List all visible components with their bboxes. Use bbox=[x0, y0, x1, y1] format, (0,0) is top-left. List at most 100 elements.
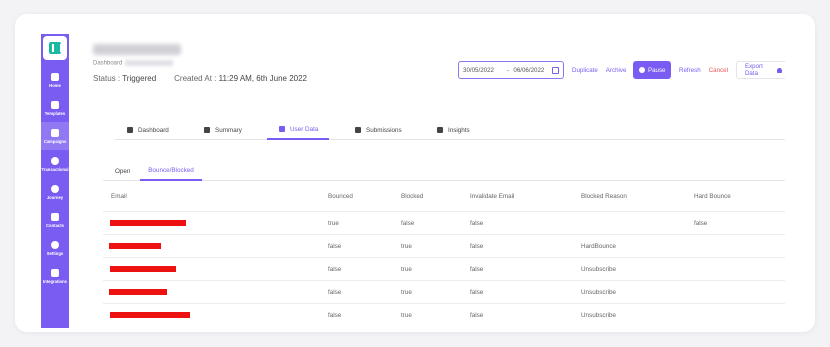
sidebar-item-label: Home bbox=[49, 82, 61, 88]
cell-bounced: true bbox=[328, 220, 339, 227]
sidebar-item-transactional[interactable]: Transactional bbox=[41, 150, 69, 178]
cell-invalidate-email: false bbox=[470, 243, 484, 250]
tab-submissions[interactable]: Submissions bbox=[355, 120, 402, 140]
subtab-bounce-blocked[interactable]: Bounce/Blocked bbox=[140, 162, 202, 181]
tab-label: Submissions bbox=[366, 126, 402, 134]
sidebar-item-settings[interactable]: Settings bbox=[41, 234, 69, 262]
cell-bounced: false bbox=[328, 266, 342, 273]
duplicate-button[interactable]: Duplicate bbox=[572, 67, 598, 74]
app-window: Home Templates Campaigns Transactional J… bbox=[41, 34, 785, 328]
cancel-button[interactable]: Cancel bbox=[709, 67, 728, 74]
cell-blocked-reason: Unsubscribe bbox=[581, 312, 616, 319]
sidebar-item-integrations[interactable]: Integrations bbox=[41, 262, 69, 290]
document-icon bbox=[51, 100, 59, 109]
sidebar-item-journey[interactable]: Journey bbox=[41, 178, 69, 206]
chart-icon bbox=[437, 127, 443, 133]
cell-bounced: false bbox=[328, 312, 342, 319]
email-redacted bbox=[109, 289, 167, 295]
tab-label: User Data bbox=[290, 125, 319, 133]
cell-blocked: true bbox=[401, 243, 412, 250]
main-content: Dashboard Status : Triggered Created At :… bbox=[69, 34, 785, 328]
archive-button[interactable]: Archive bbox=[606, 67, 627, 74]
refresh-button[interactable]: Refresh bbox=[679, 67, 701, 74]
date-separator-arrow: → bbox=[504, 66, 511, 74]
cell-invalidate-email: false bbox=[470, 220, 484, 227]
users-icon bbox=[51, 212, 59, 221]
tab-label: Insights bbox=[448, 126, 470, 134]
cell-blocked: true bbox=[401, 312, 412, 319]
grid-icon bbox=[51, 72, 59, 81]
users-icon bbox=[279, 126, 285, 132]
table-row: false true false Unsubscribe bbox=[103, 303, 785, 326]
date-range-picker[interactable]: 30/05/2022 → 06/06/2022 bbox=[458, 61, 564, 79]
breadcrumb: Dashboard bbox=[93, 60, 174, 67]
tab-user-data[interactable]: User Data bbox=[267, 120, 329, 140]
cell-blocked-reason: Unsubscribe bbox=[581, 266, 616, 273]
cell-blocked: false bbox=[401, 220, 415, 227]
sidebar-item-home[interactable]: Home bbox=[41, 66, 69, 94]
column-header-email: Email bbox=[111, 193, 127, 200]
sidebar-item-label: Settings bbox=[46, 250, 64, 256]
created-label: Created At : bbox=[174, 74, 219, 83]
sidebar-item-label: Integrations bbox=[43, 278, 67, 284]
table-row: true false false false bbox=[103, 211, 785, 234]
column-header-bounced: Bounced bbox=[328, 193, 353, 200]
sidebar-item-label: Transactional bbox=[41, 166, 69, 172]
sidebar-item-templates[interactable]: Templates bbox=[41, 94, 69, 122]
cell-invalidate-email: false bbox=[470, 289, 484, 296]
cell-blocked-reason: Unsubscribe bbox=[581, 289, 616, 296]
table-row: false true false Unsubscribe bbox=[103, 257, 785, 280]
user-data-subtabs: Open Bounce/Blocked bbox=[103, 162, 785, 181]
sidebar-item-label: Campaigns bbox=[43, 138, 67, 144]
export-data-button[interactable]: Export Data bbox=[735, 61, 785, 79]
breadcrumb-dashboard-link[interactable]: Dashboard bbox=[93, 61, 122, 67]
export-label: Export Data bbox=[744, 63, 763, 77]
column-header-invalidate-email: Invalidate Email bbox=[470, 193, 515, 200]
cell-bounced: false bbox=[328, 289, 342, 296]
status-value: Triggered bbox=[122, 74, 157, 83]
table-row: false true false HardBounce bbox=[103, 234, 785, 257]
tab-summary[interactable]: Summary bbox=[204, 120, 242, 140]
plug-icon bbox=[51, 268, 59, 277]
tab-insights[interactable]: Insights bbox=[437, 120, 470, 140]
report-tabs: Dashboard Summary User Data Submissions … bbox=[115, 120, 785, 140]
app-logo[interactable] bbox=[43, 36, 67, 60]
email-redacted bbox=[109, 243, 161, 249]
campaign-toolbar: 30/05/2022 → 06/06/2022 Duplicate Archiv… bbox=[458, 61, 785, 79]
pause-label: Pause bbox=[647, 66, 666, 74]
pause-button[interactable]: Pause bbox=[633, 61, 672, 79]
sidebar-item-label: Templates bbox=[44, 110, 66, 116]
column-header-blocked-reason: Blocked Reason bbox=[581, 193, 627, 200]
cell-blocked: true bbox=[401, 266, 412, 273]
tab-label: Dashboard bbox=[138, 126, 169, 134]
tab-dashboard[interactable]: Dashboard bbox=[127, 120, 169, 140]
screenshot-card: Home Templates Campaigns Transactional J… bbox=[15, 14, 815, 332]
sidebar-item-contacts[interactable]: Contacts bbox=[41, 206, 69, 234]
gear-icon bbox=[51, 240, 59, 249]
cell-hard-bounce: false bbox=[694, 220, 708, 227]
megaphone-icon bbox=[51, 128, 59, 137]
table-row: false true false Unsubscribe bbox=[103, 280, 785, 303]
campaign-title-redacted bbox=[93, 44, 181, 55]
document-icon bbox=[204, 127, 210, 133]
subtab-open[interactable]: Open bbox=[115, 162, 130, 181]
cloud-upload-icon bbox=[776, 67, 783, 73]
date-to: 06/06/2022 bbox=[513, 66, 545, 74]
cell-invalidate-email: false bbox=[470, 312, 484, 319]
column-header-blocked: Blocked bbox=[401, 193, 424, 200]
form-icon bbox=[355, 127, 361, 133]
status-label: Status : bbox=[93, 74, 123, 83]
cell-blocked-reason: HardBounce bbox=[581, 243, 617, 250]
email-redacted bbox=[110, 312, 190, 318]
cell-bounced: false bbox=[328, 243, 342, 250]
column-header-hard-bounce: Hard Bounce bbox=[694, 193, 731, 200]
pause-icon bbox=[638, 67, 645, 73]
email-redacted bbox=[110, 266, 176, 272]
calendar-icon[interactable] bbox=[552, 66, 559, 74]
sidebar-item-label: Journey bbox=[46, 194, 64, 200]
sidebar: Home Templates Campaigns Transactional J… bbox=[41, 34, 69, 328]
date-from: 30/05/2022 bbox=[463, 66, 494, 74]
transfer-icon bbox=[51, 156, 59, 165]
created-value: 11:29 AM, 6th June 2022 bbox=[218, 74, 307, 83]
sidebar-item-campaigns[interactable]: Campaigns bbox=[41, 122, 69, 150]
